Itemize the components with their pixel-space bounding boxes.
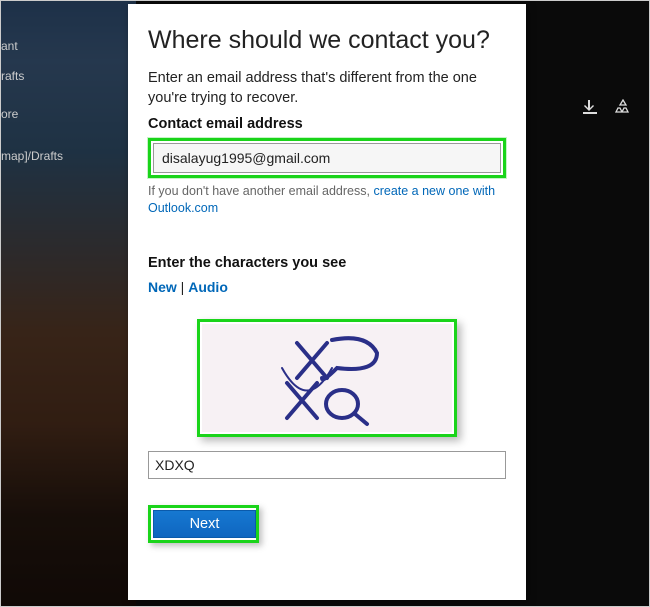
separator: | [177,279,188,295]
captcha-link-row: New | Audio [148,279,506,295]
captcha-audio-link[interactable]: Audio [188,279,228,295]
captcha-new-link[interactable]: New [148,279,177,295]
download-icon[interactable] [583,100,597,114]
captcha-label: Enter the characters you see [148,255,506,271]
captcha-area [148,313,506,443]
page-title: Where should we contact you? [148,26,506,55]
bg-sidebar-item: ant [1,39,18,53]
app-window: ant rafts ore map]/Drafts Where should w… [0,0,650,607]
contact-email-input[interactable] [153,143,501,173]
next-button[interactable]: Next [153,510,256,538]
bg-sidebar-item: ore [1,107,18,121]
captcha-image [202,324,452,432]
bg-sidebar-item: map]/Drafts [1,149,63,163]
captcha-highlight [197,319,457,437]
next-highlight: Next [148,505,259,543]
email-highlight [148,138,506,178]
helper-text: If you don't have another email address,… [148,183,506,217]
titlebar-icons [583,99,631,115]
helper-prefix: If you don't have another email address, [148,184,373,198]
recycle-icon[interactable] [615,99,631,115]
page-subtitle: Enter an email address that's different … [148,69,506,108]
bg-sidebar-item: rafts [1,69,24,83]
email-label: Contact email address [148,116,506,132]
captcha-input[interactable] [148,451,506,479]
recovery-dialog: Where should we contact you? Enter an em… [128,4,526,600]
